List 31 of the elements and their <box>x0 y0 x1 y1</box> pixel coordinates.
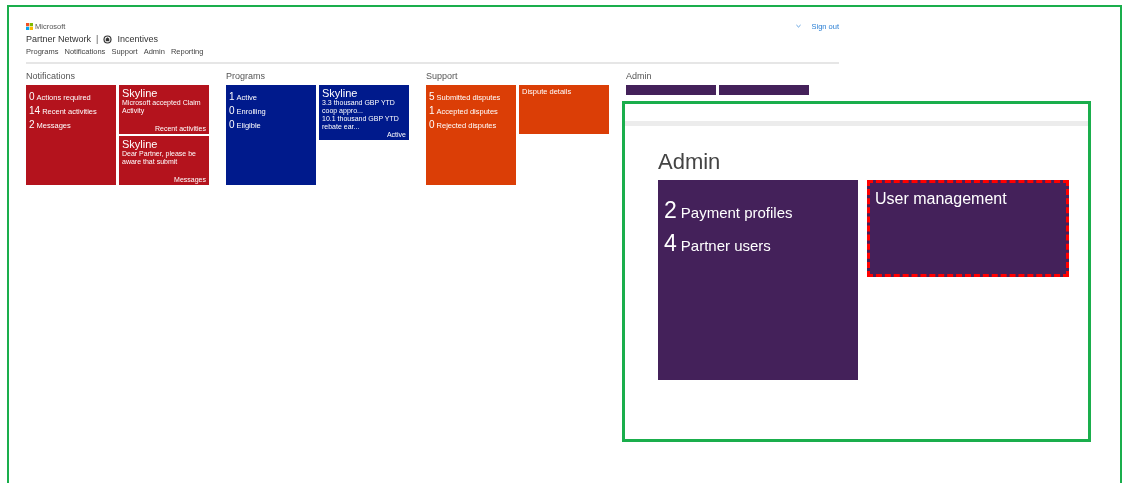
count: 0 <box>229 119 235 130</box>
count: 2 <box>29 119 35 130</box>
count-label: Partner users <box>680 237 771 254</box>
site-title: Partner Network <box>26 34 92 44</box>
chevron-icon[interactable] <box>796 24 802 28</box>
summary-tile[interactable]: 2 Payment profiles 4 Partner users <box>658 180 858 380</box>
section-title: Support <box>426 71 459 83</box>
count: 4 <box>664 230 677 257</box>
user-management-tile[interactable]: User management <box>867 180 1069 277</box>
count: 2 <box>664 197 677 224</box>
tile-title: Skyline <box>322 87 358 99</box>
product-title: Incentives <box>117 34 158 44</box>
title-separator: | <box>96 34 99 44</box>
logo-icon <box>26 22 33 30</box>
count: 1 <box>429 105 435 116</box>
tile-title: Skyline <box>122 87 158 99</box>
badge-icon <box>103 34 113 44</box>
count: 14 <box>29 105 41 116</box>
admin-tile[interactable] <box>626 85 716 95</box>
tile-title: Skyline <box>122 138 158 150</box>
count-label: Payment profiles <box>680 204 793 221</box>
section-title: Programs <box>226 71 266 83</box>
count: 0 <box>429 119 435 130</box>
section-title: Notifications <box>26 71 77 83</box>
count: 1 <box>229 91 235 102</box>
count: 5 <box>429 91 435 102</box>
count: 0 <box>229 105 235 116</box>
count: 0 <box>29 91 35 102</box>
section-title: Admin <box>658 149 722 176</box>
admin-tile[interactable] <box>719 85 809 95</box>
section-title: Admin <box>626 71 653 83</box>
